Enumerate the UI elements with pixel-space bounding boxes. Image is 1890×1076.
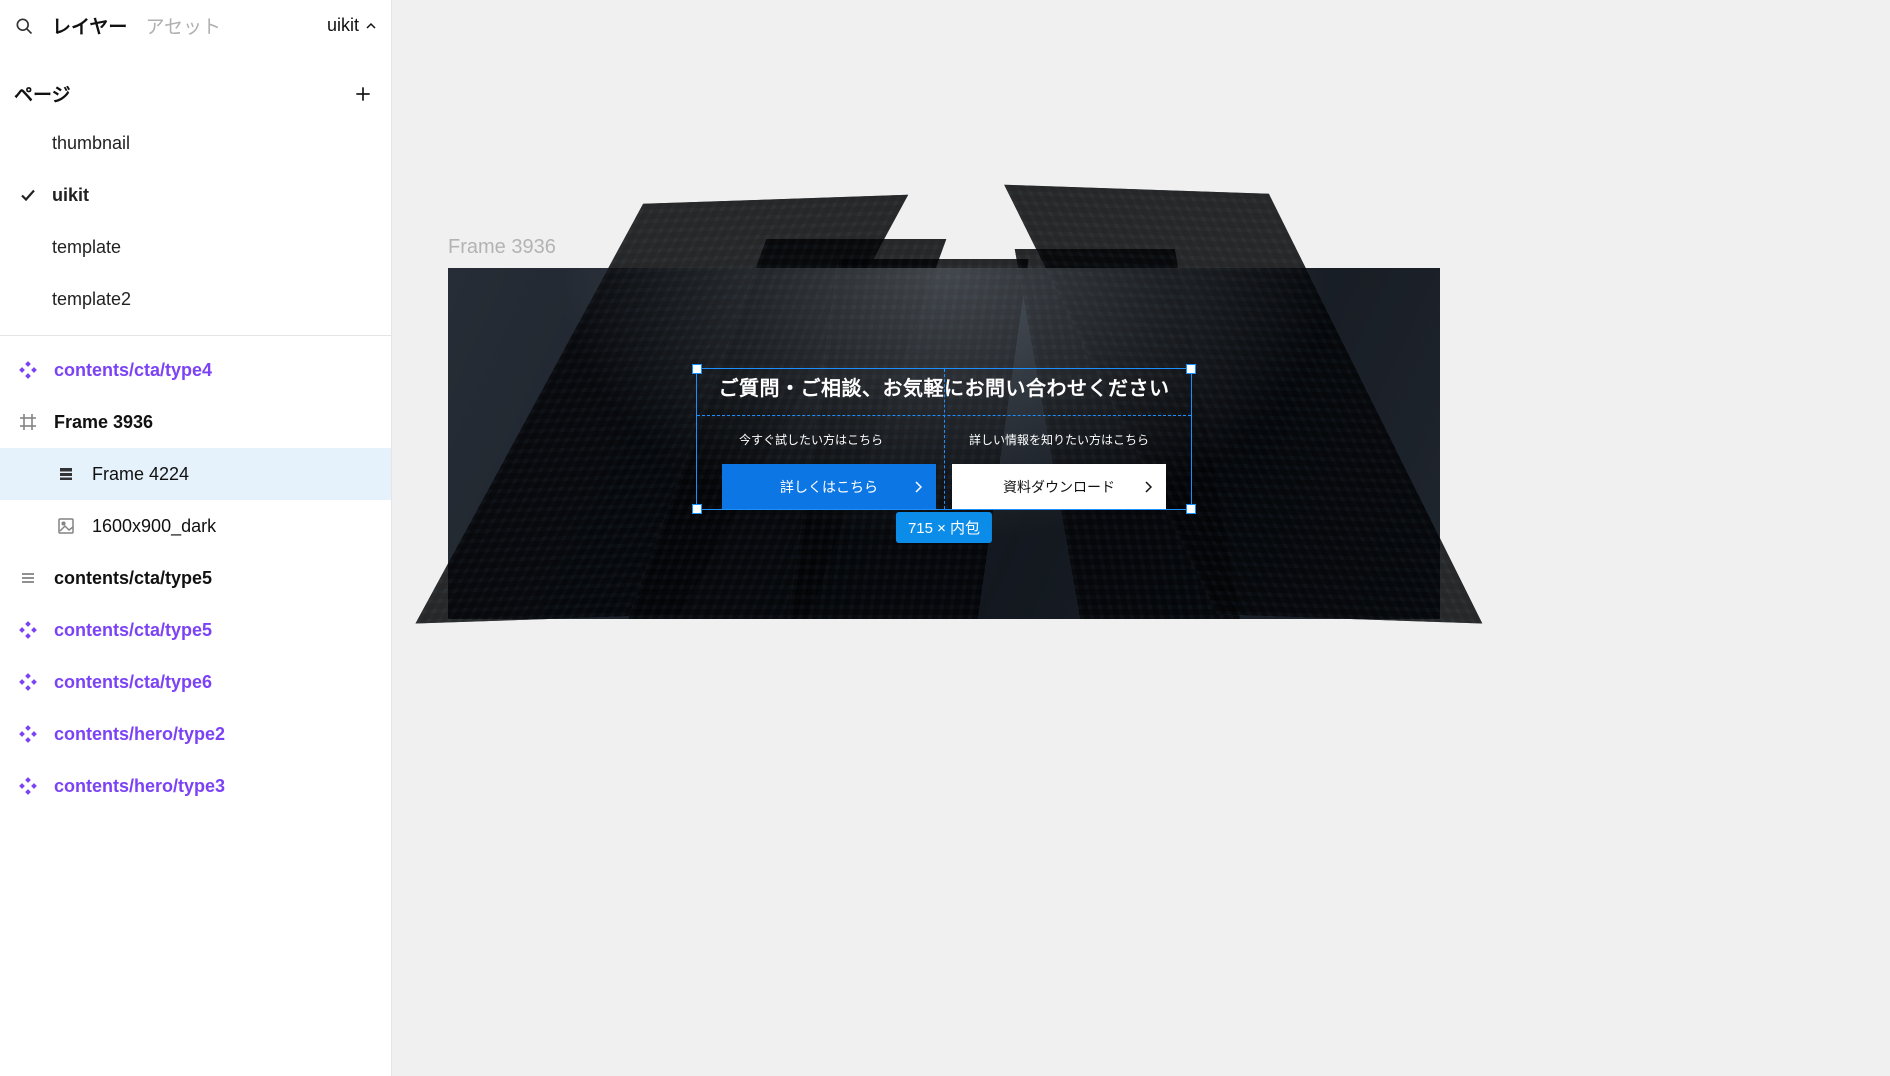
layer-label: contents/cta/type6 (54, 672, 212, 693)
frame-icon (18, 412, 38, 432)
layer-label: contents/cta/type5 (54, 568, 212, 589)
layer-label: contents/hero/type2 (54, 724, 225, 745)
add-page-button[interactable] (353, 84, 373, 104)
page-label: template2 (52, 289, 131, 310)
search-icon[interactable] (14, 16, 34, 36)
layer-label: contents/cta/type5 (54, 620, 212, 641)
panel-header: レイヤー アセット uikit (0, 0, 391, 52)
chevron-up-icon (365, 20, 377, 32)
layer-item[interactable]: 1600x900_dark (0, 500, 391, 552)
layers-panel: レイヤー アセット uikit ページ thumbnail uikit templa… (0, 0, 392, 1076)
component-icon (18, 776, 38, 796)
project-name: uikit (327, 15, 359, 36)
pages-section: ページ thumbnail uikit template template2 (0, 52, 391, 336)
layer-label: Frame 3936 (54, 412, 153, 433)
layer-item[interactable]: contents/cta/type4 (0, 344, 391, 396)
layer-list: contents/cta/type4 Frame 3936 Frame 4224 16… (0, 336, 391, 812)
cta-subtitles: 今すぐ試したい方はこちら 詳しい情報を知りたい方はこちら (739, 431, 1149, 448)
layer-label: 1600x900_dark (92, 516, 216, 537)
cta-buttons: 詳しくはこちら 資料ダウンロード (722, 464, 1166, 510)
chevron-right-icon (914, 481, 922, 493)
component-icon (18, 724, 38, 744)
layer-item[interactable]: contents/cta/type5 (0, 552, 391, 604)
page-label: thumbnail (52, 133, 130, 154)
project-dropdown[interactable]: uikit (327, 15, 377, 36)
layer-item[interactable]: contents/hero/type2 (0, 708, 391, 760)
cta-sub-right: 詳しい情報を知りたい方はこちら (969, 431, 1149, 448)
layer-item[interactable]: contents/hero/type3 (0, 760, 391, 812)
layer-item[interactable]: contents/cta/type5 (0, 604, 391, 656)
layer-item[interactable]: contents/cta/type6 (0, 656, 391, 708)
component-icon (18, 620, 38, 640)
frame-label[interactable]: Frame 3936 (448, 236, 556, 259)
cta-heading: ご質問・ご相談、お気軽にお問い合わせください (719, 372, 1170, 401)
page-item[interactable]: template (0, 221, 391, 273)
tab-layers[interactable]: レイヤー (52, 12, 127, 39)
vstack-icon (56, 464, 76, 484)
layer-label: contents/hero/type3 (54, 776, 225, 797)
frame-4224[interactable]: ご質問・ご相談、お気軽にお問い合わせください 今すぐ試したい方はこちら 詳しい情… (696, 372, 1192, 510)
layer-item[interactable]: Frame 3936 (0, 396, 391, 448)
frame-3936[interactable]: ご質問・ご相談、お気軽にお問い合わせください 今すぐ試したい方はこちら 詳しい情… (448, 268, 1440, 619)
pages-title: ページ (14, 80, 71, 107)
page-item[interactable]: uikit (0, 169, 391, 221)
page-item[interactable]: template2 (0, 273, 391, 325)
primary-button[interactable]: 詳しくはこちら (722, 464, 936, 510)
canvas[interactable]: Frame 3936 ご質問・ご相談、お気軽にお問い合わせください 今すぐ試した… (392, 0, 1890, 1076)
page-item[interactable]: thumbnail (0, 117, 391, 169)
page-label: template (52, 237, 121, 258)
hstack-icon (18, 568, 38, 588)
component-icon (18, 672, 38, 692)
image-icon (56, 516, 76, 536)
component-icon (18, 360, 38, 380)
cta-sub-left: 今すぐ試したい方はこちら (739, 431, 883, 448)
primary-button-label: 詳しくはこちら (780, 477, 878, 497)
secondary-button-label: 資料ダウンロード (1003, 477, 1115, 497)
secondary-button[interactable]: 資料ダウンロード (952, 464, 1166, 510)
layer-label: contents/cta/type4 (54, 360, 212, 381)
layer-label: Frame 4224 (92, 464, 189, 485)
layer-item[interactable]: Frame 4224 (0, 448, 391, 500)
page-label: uikit (52, 185, 89, 206)
check-icon (20, 187, 38, 203)
chevron-right-icon (1144, 481, 1152, 493)
tab-assets[interactable]: アセット (145, 12, 221, 39)
pages-header: ページ (0, 52, 391, 117)
